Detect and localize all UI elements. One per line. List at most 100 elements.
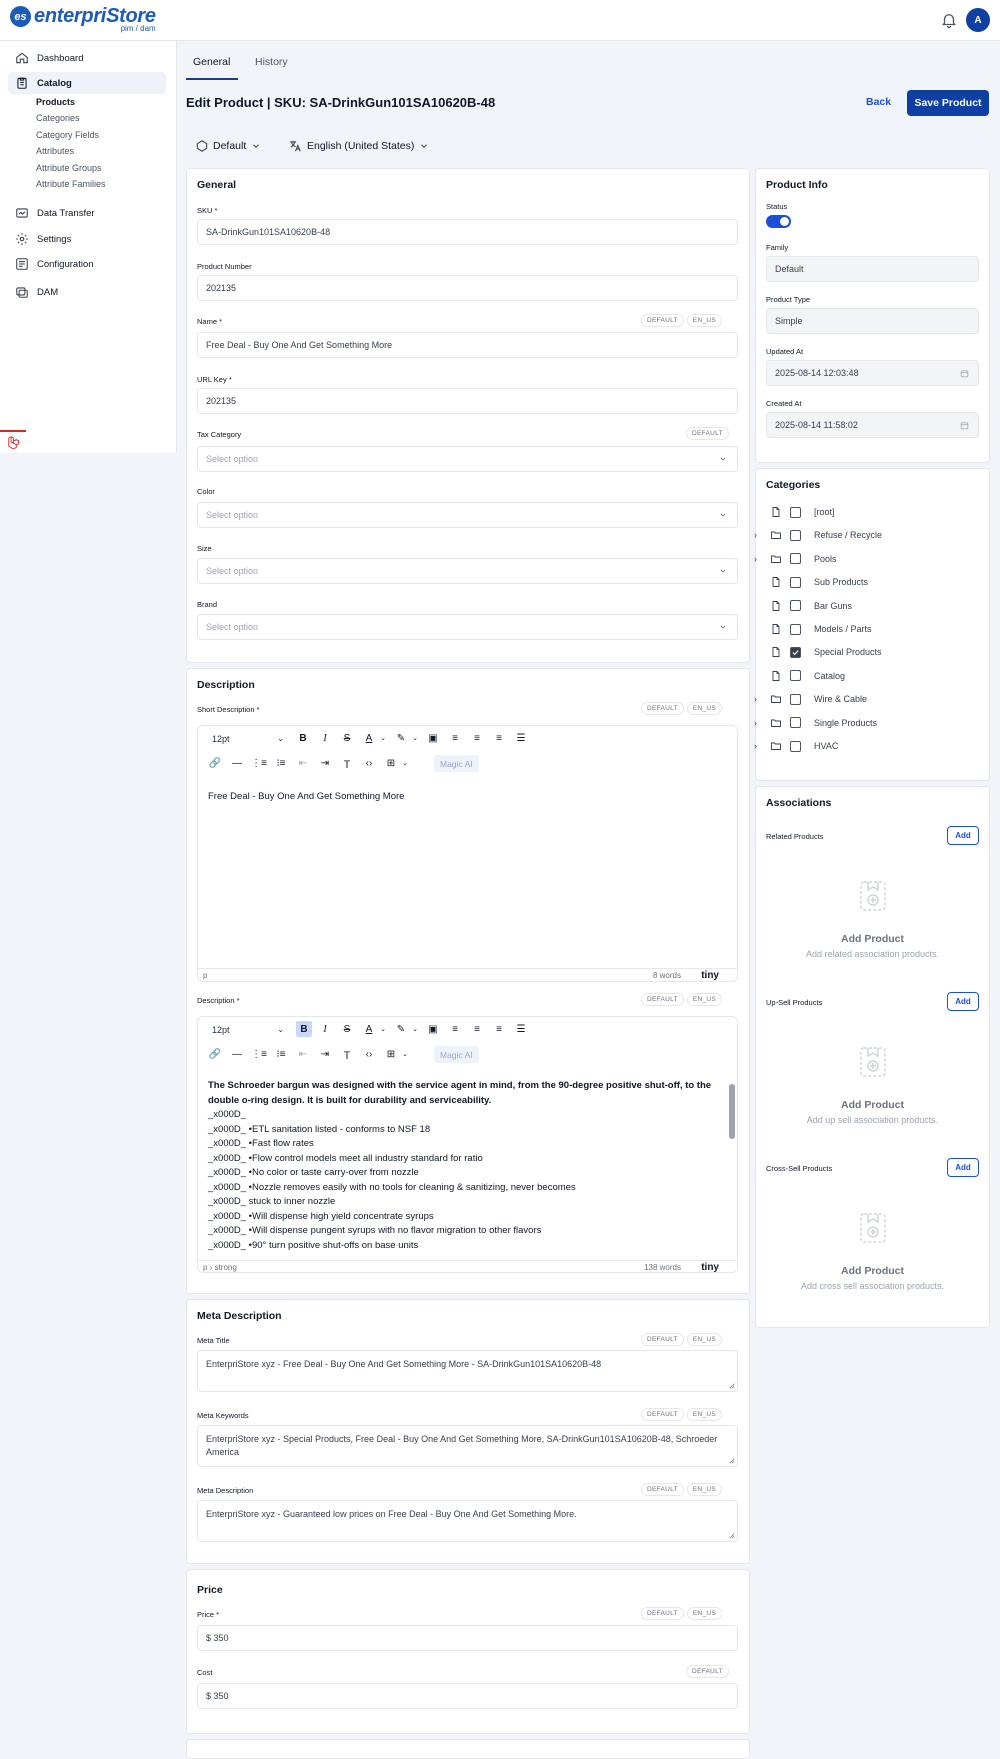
- add-cross-sell-button[interactable]: Add: [947, 1158, 979, 1177]
- meta-title-textarea[interactable]: EnterpriStore xyz - Free Deal - Buy One …: [197, 1350, 738, 1392]
- indent-icon[interactable]: ⇥: [318, 756, 332, 770]
- code-icon[interactable]: ‹›: [362, 756, 376, 770]
- align-right-icon[interactable]: ≡: [492, 1022, 506, 1036]
- chevron-down-icon[interactable]: ⌄: [376, 731, 390, 745]
- category-checkbox[interactable]: [790, 623, 801, 635]
- sidebar-sub-attribute-families[interactable]: Attribute Families: [36, 179, 106, 189]
- category-item[interactable]: › Pools: [754, 552, 837, 566]
- channel-selector[interactable]: Default: [195, 139, 265, 153]
- url-key-input[interactable]: 202135: [197, 388, 738, 414]
- chevron-down-icon[interactable]: ⌄: [408, 1022, 422, 1036]
- category-item[interactable]: Bar Guns: [770, 599, 852, 613]
- name-input[interactable]: Free Deal - Buy One And Get Something Mo…: [197, 332, 738, 358]
- category-item[interactable]: [root]: [770, 505, 835, 519]
- highlight-icon[interactable]: ✎: [394, 731, 408, 745]
- chevron-down-icon[interactable]: ⌄: [408, 731, 422, 745]
- magic-ai-button[interactable]: Magic AI: [434, 1046, 479, 1063]
- brand-select[interactable]: Select option: [197, 614, 738, 640]
- category-item[interactable]: › Refuse / Recycle: [754, 528, 882, 542]
- image-icon[interactable]: ▣: [426, 731, 440, 745]
- locale-selector[interactable]: English (United States): [288, 139, 433, 153]
- clear-format-icon[interactable]: Ｔ: [340, 1047, 354, 1062]
- expand-arrow-icon[interactable]: ›: [754, 718, 757, 728]
- tab-history[interactable]: History: [255, 56, 288, 68]
- category-item[interactable]: › HVAC: [754, 739, 838, 753]
- bold-icon[interactable]: B: [296, 1021, 312, 1037]
- chevron-down-icon[interactable]: ⌄: [398, 1047, 412, 1061]
- horizontal-rule-icon[interactable]: —: [230, 1047, 244, 1061]
- tiny-logo[interactable]: tiny: [701, 970, 719, 981]
- horizontal-rule-icon[interactable]: —: [230, 756, 244, 770]
- font-size-select[interactable]: 12pt ⌄: [208, 1021, 288, 1038]
- expand-arrow-icon[interactable]: ›: [754, 554, 757, 564]
- editor-scrollbar[interactable]: [729, 1072, 735, 1257]
- tax-category-select[interactable]: Select option: [197, 446, 738, 472]
- add-related-button[interactable]: Add: [947, 826, 979, 845]
- sku-input[interactable]: SA-DrinkGun101SA10620B-48: [197, 219, 738, 245]
- category-checkbox[interactable]: [790, 600, 801, 612]
- bold-icon[interactable]: B: [296, 731, 310, 745]
- category-checkbox[interactable]: [790, 553, 801, 565]
- category-checkbox[interactable]: [790, 646, 801, 658]
- align-left-icon[interactable]: ≡: [448, 1022, 462, 1036]
- align-center-icon[interactable]: ≡: [470, 1022, 484, 1036]
- save-product-button[interactable]: Save Product: [907, 90, 989, 116]
- category-checkbox[interactable]: [790, 740, 801, 752]
- sidebar-item-dam[interactable]: DAM: [8, 281, 166, 303]
- italic-icon[interactable]: I: [318, 731, 332, 745]
- link-icon[interactable]: 🔗: [208, 756, 222, 770]
- link-icon[interactable]: 🔗: [208, 1047, 222, 1061]
- table-icon[interactable]: ⊞: [384, 756, 398, 770]
- sidebar-sub-attribute-groups[interactable]: Attribute Groups: [36, 163, 102, 173]
- numbered-list-icon[interactable]: ⋮≡: [251, 1047, 267, 1061]
- numbered-list-icon[interactable]: ⋮≡: [251, 756, 267, 770]
- align-center-icon[interactable]: ≡: [470, 731, 484, 745]
- size-select[interactable]: Select option: [197, 558, 738, 584]
- strikethrough-icon[interactable]: S: [340, 1022, 354, 1036]
- sidebar-item-configuration[interactable]: Configuration: [8, 253, 166, 275]
- cost-input[interactable]: $ 350: [197, 1683, 738, 1709]
- category-checkbox[interactable]: [790, 576, 801, 588]
- sidebar-item-dashboard[interactable]: Dashboard: [8, 47, 166, 69]
- image-icon[interactable]: ▣: [426, 1022, 440, 1036]
- chevron-down-icon[interactable]: ⌄: [398, 756, 412, 770]
- sidebar-item-catalog[interactable]: Catalog: [8, 72, 166, 94]
- color-select[interactable]: Select option: [197, 502, 738, 528]
- notification-bell-icon[interactable]: [940, 11, 958, 29]
- clear-format-icon[interactable]: Ｔ: [340, 756, 354, 771]
- align-justify-icon[interactable]: ☰: [514, 1022, 528, 1036]
- category-checkbox[interactable]: [790, 670, 801, 682]
- indent-icon[interactable]: ⇥: [318, 1047, 332, 1061]
- description-content[interactable]: The Schroeder bargun was designed with t…: [208, 1079, 713, 1253]
- outdent-icon[interactable]: ⇤: [296, 756, 310, 770]
- sidebar-item-settings[interactable]: Settings: [8, 228, 166, 250]
- resize-handle-icon[interactable]: [729, 1383, 735, 1389]
- outdent-icon[interactable]: ⇤: [296, 1047, 310, 1061]
- short-description-editor[interactable]: 12pt ⌄ B I S A ⌄ ✎ ⌄ ▣ ≡ ≡ ≡ ☰ 🔗 — ⋮≡ ⁝≡ …: [197, 725, 738, 982]
- category-item[interactable]: Catalog: [770, 669, 845, 683]
- category-item[interactable]: › Single Products: [754, 716, 877, 730]
- category-item[interactable]: › Wire & Cable: [754, 692, 867, 706]
- text-color-icon[interactable]: A: [362, 1022, 376, 1036]
- code-icon[interactable]: ‹›: [362, 1047, 376, 1061]
- align-justify-icon[interactable]: ☰: [514, 731, 528, 745]
- meta-keywords-textarea[interactable]: EnterpriStore xyz - Special Products, Fr…: [197, 1425, 738, 1467]
- bullet-list-icon[interactable]: ⁝≡: [274, 1047, 288, 1061]
- magic-ai-button[interactable]: Magic AI: [434, 755, 479, 772]
- description-editor[interactable]: 12pt ⌄ B I S A ⌄ ✎ ⌄ ▣ ≡ ≡ ≡ ☰ 🔗 — ⋮≡ ⁝≡ …: [197, 1016, 738, 1273]
- category-checkbox[interactable]: [790, 506, 801, 518]
- chevron-down-icon[interactable]: ⌄: [376, 1022, 390, 1036]
- price-input[interactable]: $ 350: [197, 1625, 738, 1651]
- expand-arrow-icon[interactable]: ›: [754, 741, 757, 751]
- font-size-select[interactable]: 12pt ⌄: [208, 730, 288, 747]
- text-color-icon[interactable]: A: [362, 731, 376, 745]
- meta-description-textarea[interactable]: EnterpriStore xyz - Guaranteed low price…: [197, 1500, 738, 1542]
- tiny-logo[interactable]: tiny: [701, 1262, 719, 1272]
- italic-icon[interactable]: I: [318, 1022, 332, 1036]
- expand-arrow-icon[interactable]: ›: [754, 530, 757, 540]
- category-checkbox[interactable]: [790, 717, 801, 729]
- highlight-icon[interactable]: ✎: [394, 1022, 408, 1036]
- tab-general[interactable]: General: [193, 56, 230, 68]
- sidebar-sub-attributes[interactable]: Attributes: [36, 146, 74, 156]
- add-up-sell-button[interactable]: Add: [947, 992, 979, 1011]
